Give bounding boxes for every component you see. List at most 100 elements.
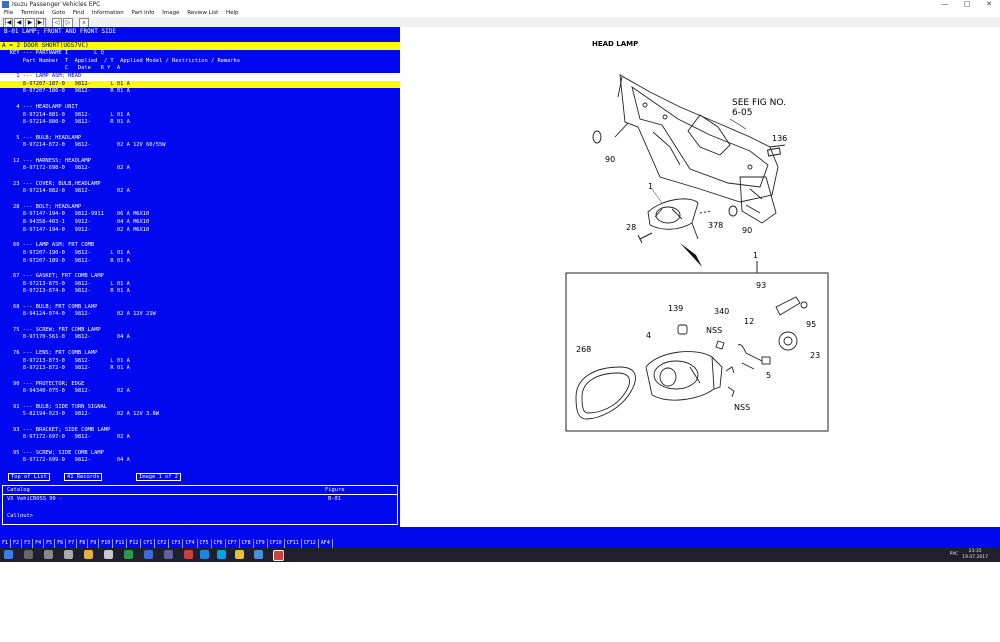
list-row[interactable] <box>0 373 400 381</box>
menu-review-list[interactable]: Review List <box>187 10 218 16</box>
callout-136[interactable]: 136 <box>772 134 787 143</box>
list-row[interactable] <box>0 173 400 181</box>
list-row[interactable]: Part Number T Applied / T Applied Model … <box>0 58 400 66</box>
list-row[interactable]: 68 --- BULB; FRT COMB LAMP <box>0 304 400 312</box>
list-row[interactable]: KEY --- PARTNAME I L Q <box>0 50 400 58</box>
fkey-f1[interactable]: F1 <box>0 539 12 548</box>
close-button[interactable]: ✕ <box>978 0 1000 9</box>
fkey-cf3[interactable]: CF3 <box>169 539 184 548</box>
list-row[interactable]: 8-97214-882-0 9812- 02 A <box>0 188 400 196</box>
fkey-cf7[interactable]: CF7 <box>226 539 240 548</box>
skype-icon[interactable] <box>217 550 226 559</box>
start-icon[interactable] <box>4 550 13 559</box>
list-row[interactable]: 8-97214-872-0 9812- 02 A 12V 60/55W <box>0 142 400 150</box>
list-row[interactable] <box>0 96 400 104</box>
fkey-cf2[interactable]: CF2 <box>155 539 170 548</box>
list-row[interactable]: 5-82194-023-0 9812- 02 A 12V 3.8W <box>0 411 400 419</box>
callout-23[interactable]: 23 <box>810 351 820 360</box>
mail-icon[interactable] <box>64 550 73 559</box>
list-row[interactable]: 8-97172-698-0 9812- 02 A <box>0 165 400 173</box>
list-row[interactable]: 5 --- BULB; HEADLAMP <box>0 135 400 143</box>
fkey-cf1[interactable]: CF1 <box>141 539 156 548</box>
fkey-cf9[interactable]: CF9 <box>254 539 268 548</box>
fkey-f4[interactable]: F4 <box>33 539 45 548</box>
list-row[interactable]: 8-97214-881-0 9812- L 01 A <box>0 112 400 120</box>
fkey-f6[interactable]: F6 <box>55 539 67 548</box>
list-row-selected[interactable]: 1 --- LAMP ASM; HEAD <box>0 73 400 81</box>
menu-part-info[interactable]: Part Info <box>132 10 155 16</box>
menu-image[interactable]: Image <box>162 10 179 16</box>
menu-help[interactable]: Help <box>226 10 239 16</box>
fkey-f7[interactable]: F7 <box>66 539 78 548</box>
folder-icon[interactable] <box>84 550 93 559</box>
list-row[interactable]: 90 --- PROTECTOR; EDGE <box>0 381 400 389</box>
list-row[interactable]: 23 --- COVER; BULB,HEADLAMP <box>0 181 400 189</box>
list-row[interactable] <box>0 419 400 427</box>
word-icon[interactable] <box>144 550 153 559</box>
menu-goto[interactable]: Goto <box>52 10 65 16</box>
fkey-cf10[interactable]: CF10 <box>268 539 285 548</box>
fkey-cf11[interactable]: CF11 <box>285 539 302 548</box>
list-row[interactable]: 91 --- BULB; SIDE TURN SIGNAL <box>0 404 400 412</box>
callout-28[interactable]: 28 <box>626 223 636 232</box>
callout-12[interactable]: 12 <box>744 317 754 326</box>
callout-1-b[interactable]: 1 <box>753 251 758 260</box>
list-row[interactable]: 8-97147-194-0 9812-9911 06 A M6X10 <box>0 211 400 219</box>
list-row[interactable]: 28 --- BOLT; HEADLAMP <box>0 204 400 212</box>
minimize-button[interactable]: — <box>934 0 956 9</box>
list-row[interactable]: 8-97213-873-0 9812- L 01 A <box>0 358 400 366</box>
fkey-f11[interactable]: F11 <box>113 539 128 548</box>
list-row[interactable] <box>0 296 400 304</box>
fkey-cf12[interactable]: CF12 <box>302 539 319 548</box>
tray-lang[interactable]: РУС <box>950 552 959 558</box>
list-row[interactable] <box>0 235 400 243</box>
callout-90-a[interactable]: 90 <box>605 155 615 164</box>
image-indicator[interactable]: Image 1 of 2 <box>136 473 181 481</box>
callout-95[interactable]: 95 <box>806 320 816 329</box>
callout-4[interactable]: 4 <box>646 331 651 340</box>
list-row[interactable]: 8-97213-875-0 9812- L 01 A <box>0 281 400 289</box>
list-row[interactable]: 8-97207-190-0 9812- L 01 A <box>0 250 400 258</box>
excel-icon[interactable] <box>124 550 133 559</box>
list-row[interactable]: 8-94340-075-0 9812- 02 A <box>0 388 400 396</box>
callout-340[interactable]: 340 <box>714 307 729 316</box>
fkey-f10[interactable]: F10 <box>99 539 114 548</box>
task-view-icon[interactable] <box>44 550 53 559</box>
list-row[interactable] <box>0 196 400 204</box>
list-row[interactable]: C Date R Y A <box>0 65 400 73</box>
list-row[interactable]: 8-97213-872-0 9812- R 01 A <box>0 365 400 373</box>
list-row[interactable]: 12 --- HARNESS; HEADLAMP <box>0 158 400 166</box>
menu-information[interactable]: Information <box>92 10 124 16</box>
list-row[interactable]: 93 --- BRACKET; SIDE COMB LAMP <box>0 427 400 435</box>
app-icon-3[interactable] <box>184 550 193 559</box>
callout-nss-lower[interactable]: NSS <box>734 403 750 412</box>
list-row[interactable]: 8-97213-874-0 9812- R 01 A <box>0 288 400 296</box>
fkey-f3[interactable]: F3 <box>22 539 34 548</box>
list-row-selected[interactable]: 8-97207-187-0 9812- L 01 A <box>0 80 400 89</box>
list-row[interactable]: 8-97214-880-0 9812- R 01 A <box>0 119 400 127</box>
top-of-list-button[interactable]: Top of List <box>8 473 50 481</box>
callout-378[interactable]: 378 <box>708 221 723 230</box>
callout-93[interactable]: 93 <box>756 281 766 290</box>
fkey-f9[interactable]: F9 <box>88 539 100 548</box>
fkey-cf6[interactable]: CF6 <box>212 539 226 548</box>
list-row[interactable]: 8-97170-561-0 9812- 04 A <box>0 334 400 342</box>
edge-icon[interactable] <box>200 550 209 559</box>
callout-268[interactable]: 268 <box>576 345 591 354</box>
list-row[interactable]: 67 --- GASKET; FRT COMB LAMP <box>0 273 400 281</box>
maximize-button[interactable]: □ <box>956 0 978 9</box>
list-row[interactable]: 8-97147-194-0 9912- 02 A M6X10 <box>0 227 400 235</box>
callout-nss-upper[interactable]: NSS <box>706 326 722 335</box>
app-icon-4[interactable] <box>254 550 263 559</box>
list-row[interactable]: 8-97207-186-0 9812- R 01 A <box>0 88 400 96</box>
fkey-af4[interactable]: AF4 <box>319 539 333 548</box>
fkey-f5[interactable]: F5 <box>44 539 56 548</box>
fkey-cf4[interactable]: CF4 <box>183 539 198 548</box>
fkey-f12[interactable]: F12 <box>127 539 142 548</box>
list-row[interactable]: 75 --- SCREW; FRT COMB LAMP <box>0 327 400 335</box>
fkey-cf5[interactable]: CF5 <box>198 539 212 548</box>
list-row[interactable]: 60 --- LAMP ASM; FRT COMB <box>0 242 400 250</box>
list-row[interactable]: 95 --- SCREW; SIDE COMB LAMP <box>0 450 400 458</box>
fkey-f2[interactable]: F2 <box>11 539 23 548</box>
callout-90-b[interactable]: 90 <box>742 226 752 235</box>
